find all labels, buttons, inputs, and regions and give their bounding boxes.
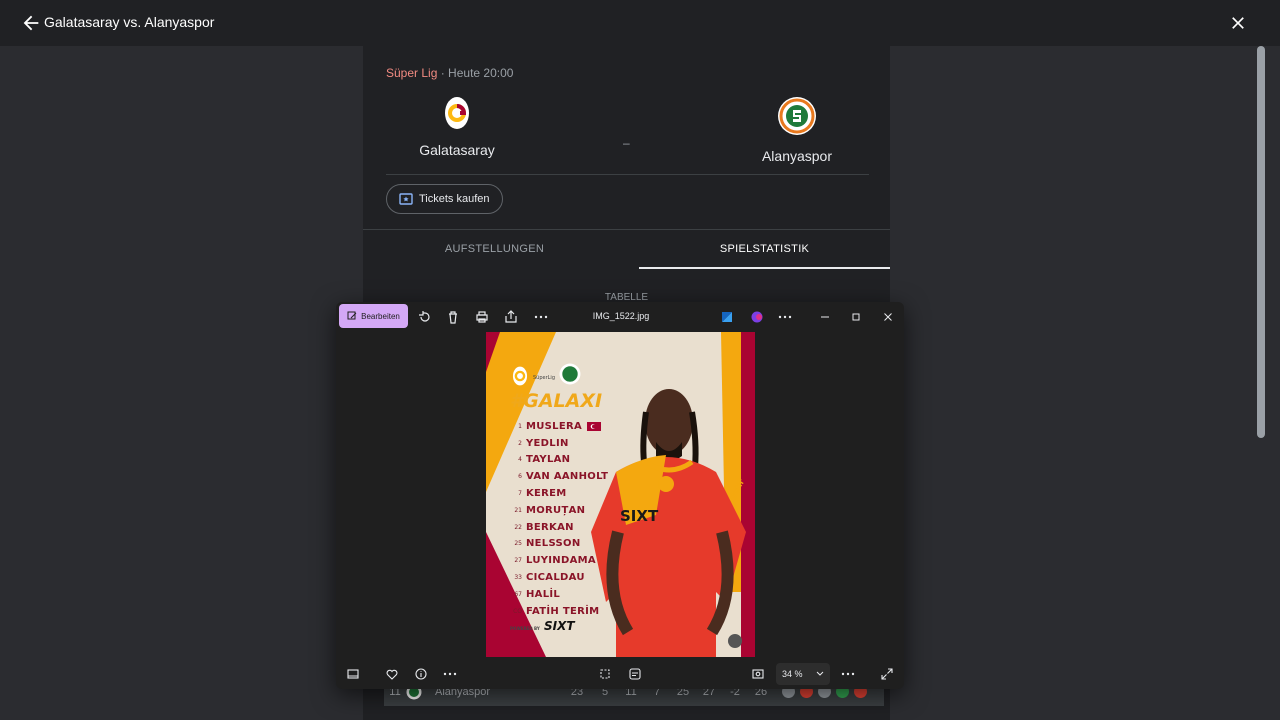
tickets-label: Tickets kaufen: [419, 193, 490, 205]
print-icon[interactable]: [475, 310, 489, 324]
list-item: 25 NELSSON: [514, 538, 581, 550]
poster-powered-by: POWERED BY: [510, 626, 540, 631]
league-name[interactable]: Süper Lig: [386, 66, 437, 80]
viewer-toolbar: Bearbeiten IMG_1522.jpg: [336, 302, 904, 332]
tickets-button[interactable]: Tickets kaufen: [386, 184, 503, 214]
share-icon[interactable]: [504, 310, 518, 324]
jersey-sponsor: SIXT: [620, 507, 659, 525]
poster-hashtag: #GALAXI: [510, 390, 603, 412]
list-item: 6 VAN AANHOLT: [518, 471, 609, 483]
minimize-icon[interactable]: [818, 310, 832, 324]
alanyaspor-logo-icon: [778, 97, 816, 135]
poster-lineup-list: 1 MUSLERA 2 YEDLIN 4 TAYLAN 6 VAN AANHOLT 7K…: [510, 418, 608, 620]
rotate-icon[interactable]: [418, 310, 432, 324]
crop-select-icon[interactable]: [598, 667, 612, 681]
poster-galatasaray-logo-icon: [512, 366, 528, 386]
more-apps-icon[interactable]: [778, 310, 792, 324]
match-time: · Heute 20:00: [440, 66, 514, 80]
list-item: 22 BERKAN: [514, 521, 574, 533]
turkey-flag-icon: [587, 421, 602, 431]
home-team[interactable]: Galatasaray: [377, 96, 537, 158]
close-icon[interactable]: [1228, 13, 1248, 33]
list-item: 21 MORUȚAN: [514, 504, 586, 516]
score: –: [623, 136, 630, 150]
maximize-icon[interactable]: [849, 310, 863, 324]
edit-button[interactable]: Bearbeiten: [339, 304, 408, 328]
galatasaray-logo-icon: [445, 97, 469, 129]
more-options-icon[interactable]: [534, 310, 548, 324]
lineup-poster-image: SüperLig #GALAXI 1 MUSLERA 2 YEDLIN 4 TAYLA…: [486, 332, 755, 657]
list-item: 67 HALİL: [514, 588, 561, 600]
designer-app-icon[interactable]: [720, 310, 734, 324]
top-bar: Galatasaray vs. Alanyaspor: [0, 0, 1280, 46]
photo-viewer-window: Bearbeiten IMG_1522.jpg SüperLig #GALAXI…: [336, 302, 904, 689]
list-item: 4 TAYLAN: [518, 454, 571, 466]
poster-alanyaspor-logo-icon: [559, 363, 581, 385]
back-arrow-icon[interactable]: [20, 12, 42, 34]
window-close-icon[interactable]: [881, 310, 895, 324]
list-item: 1 MUSLERA: [510, 418, 608, 435]
zoom-level-dropdown[interactable]: 34 %: [776, 663, 830, 685]
divider: [386, 174, 869, 175]
edit-icon: [347, 311, 357, 320]
filmstrip-icon[interactable]: [346, 667, 360, 681]
edit-label: Bearbeiten: [361, 311, 400, 321]
home-team-name: Galatasaray: [419, 142, 495, 158]
viewer-bottom-bar: 34 %: [336, 659, 904, 689]
poster-sponsor-logo: SIXT: [544, 619, 575, 633]
file-name: IMG_1522.jpg: [592, 311, 650, 321]
list-item: 7 KEREM: [518, 488, 567, 500]
delete-icon[interactable]: [446, 310, 460, 324]
list-item: CO FATİH TERİM: [513, 605, 600, 617]
scrollbar-thumb[interactable]: [1257, 46, 1265, 438]
zoom-level: 34 %: [782, 669, 803, 679]
text-recognition-icon[interactable]: [628, 667, 642, 681]
fullscreen-icon[interactable]: [880, 667, 894, 681]
chevron-down-icon: [816, 671, 824, 676]
list-item: 27 LUYINDAMA: [514, 555, 596, 567]
tab-aufstellungen[interactable]: AUFSTELLUNGEN: [363, 229, 626, 269]
page-title: Galatasaray vs. Alanyaspor: [44, 14, 215, 30]
away-team-name: Alanyaspor: [761, 148, 833, 164]
active-tab-indicator: [639, 267, 890, 269]
tab-spielstatistik[interactable]: SPIELSTATISTIK: [639, 229, 890, 269]
match-league-time: Süper Lig · Heute 20:00: [386, 66, 513, 80]
info-icon[interactable]: [414, 667, 428, 681]
ticket-icon: [399, 193, 413, 205]
list-item: 2 YEDLIN: [518, 437, 569, 449]
clipchamp-app-icon[interactable]: [750, 310, 764, 324]
poster-league-mark: SüperLig: [533, 375, 555, 381]
favorite-heart-icon[interactable]: [385, 667, 399, 681]
more-view-options-icon[interactable]: [841, 667, 855, 681]
more-bottom-icon[interactable]: [443, 667, 457, 681]
away-team[interactable]: Alanyaspor: [717, 96, 877, 164]
fit-to-window-icon[interactable]: [751, 667, 765, 681]
list-item: 33 CICALDAU: [514, 572, 585, 584]
